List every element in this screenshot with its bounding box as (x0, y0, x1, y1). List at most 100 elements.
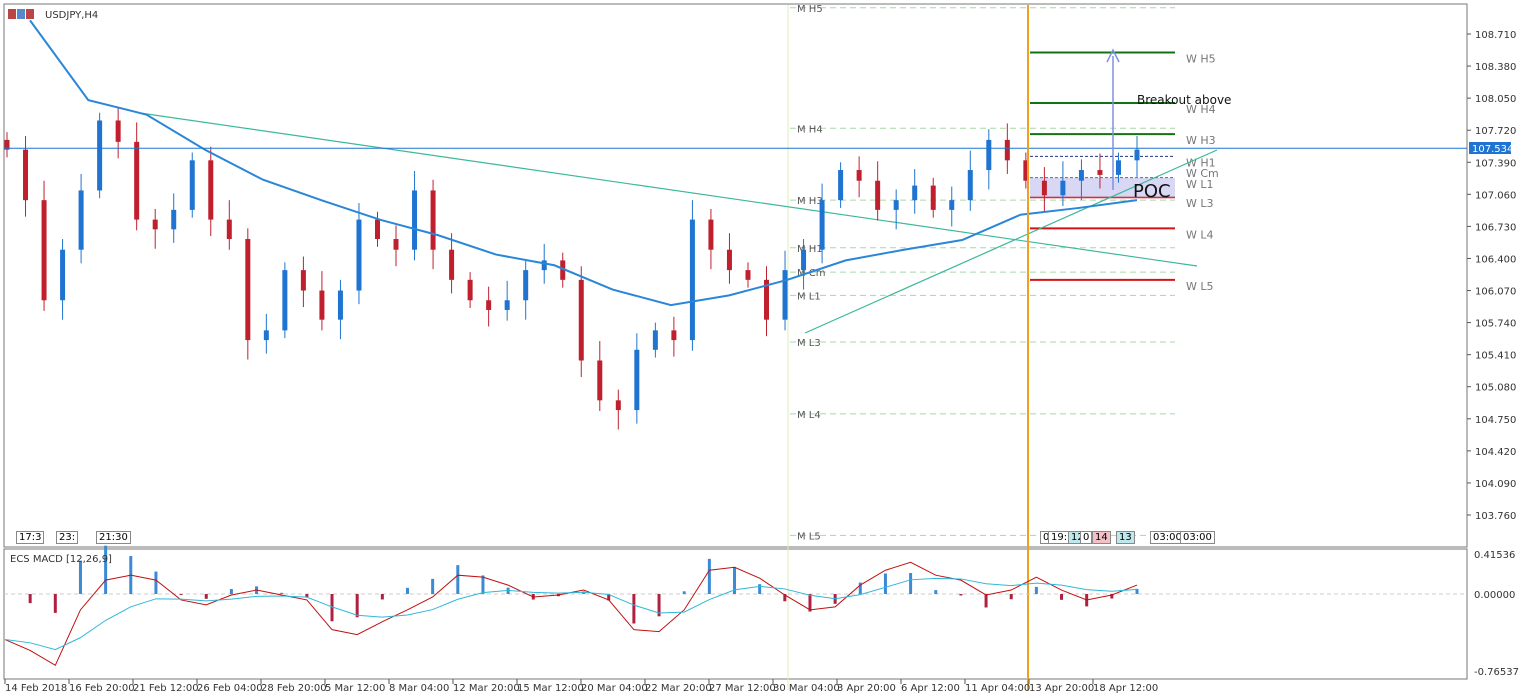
candle (912, 185, 918, 201)
time-tick-label: 16 Feb 20:00 (69, 683, 135, 694)
main-pane[interactable] (3, 3, 1468, 548)
candle (819, 200, 825, 250)
candle (1097, 170, 1103, 175)
macd-histogram-bar (707, 558, 711, 594)
candle (152, 219, 158, 230)
macd-histogram-bar (909, 573, 913, 594)
candle (430, 190, 436, 250)
candle (393, 239, 399, 250)
macd-histogram-bar (1034, 586, 1038, 594)
signal-line (4, 577, 1138, 651)
weekly-pivot-label: W H5 (1186, 52, 1216, 65)
candle (263, 330, 269, 341)
time-tick-label: 21 Feb 12:00 (133, 683, 199, 694)
time-tag: 23: (56, 531, 79, 544)
weekly-pivot-label: W L3 (1186, 197, 1214, 210)
macd-histogram-bar (431, 578, 435, 594)
macd-histogram-bar (959, 594, 963, 596)
poc-label: POC (1133, 181, 1171, 202)
candle (115, 120, 121, 142)
time-tag: 13 (1116, 531, 1135, 544)
candle (1134, 149, 1140, 161)
chart-title: USDJPY,H4 (45, 10, 98, 21)
price-tick-label: 106.730 (1475, 222, 1516, 233)
price-tick-label: 104.750 (1475, 415, 1516, 426)
moving-average-line (29, 19, 1138, 307)
price-tick-label: 105.410 (1475, 351, 1516, 362)
monthly-pivot-label: M L3 (797, 338, 821, 349)
candle (875, 180, 881, 210)
time-tick-label: 11 Apr 04:00 (965, 683, 1030, 694)
candle (930, 185, 936, 210)
macd-histogram-bar (1060, 594, 1064, 600)
macd-histogram-bar (883, 573, 887, 594)
macd-histogram-bar (758, 584, 762, 594)
candle (949, 200, 955, 210)
time-tick-label: 3 Apr 20:00 (837, 683, 896, 694)
weekly-pivot-label: W L4 (1186, 228, 1214, 241)
time-tick-label: 18 Apr 12:00 (1093, 683, 1158, 694)
monthly-pivot-label: M H3 (797, 196, 823, 207)
candle (319, 290, 325, 320)
time-tick-label: 30 Mar 04:00 (773, 683, 840, 694)
monthly-pivot-label: M H1 (797, 244, 823, 255)
time-tick-label: 5 Mar 12:00 (325, 683, 385, 694)
candle (541, 260, 547, 271)
time-tag: 17:3 (16, 531, 45, 544)
current-price: 107.534 (1472, 144, 1513, 155)
macd-histogram-bar (179, 594, 183, 595)
macd-histogram-bar (355, 594, 359, 618)
candle (615, 400, 621, 411)
candle (652, 330, 658, 350)
monthly-pivot-label: M H5 (797, 4, 823, 15)
candle (1078, 170, 1084, 181)
weekly-pivot-label: W L5 (1186, 280, 1214, 293)
monthly-pivot-label: M H4 (797, 124, 823, 135)
candle (245, 239, 251, 341)
candle (41, 200, 47, 301)
monthly-pivot-label: M L5 (797, 531, 821, 542)
macd-histogram-bar (682, 591, 686, 594)
candle (838, 170, 844, 201)
macd-chart: 0.41536 0.00000 -0.76537 (4, 545, 1519, 678)
candle (856, 170, 862, 181)
symbol-icon (8, 9, 34, 19)
macd-tick-label: -0.76537 (1474, 667, 1519, 678)
candle (782, 270, 788, 320)
time-tick-label: 26 Feb 04:00 (197, 683, 263, 694)
candle (60, 249, 66, 301)
macd-histogram-bar (28, 594, 32, 604)
candle (1004, 139, 1010, 161)
time-tick-label: 20 Mar 04:00 (581, 683, 648, 694)
time-tick-label: 28 Feb 20:00 (261, 683, 327, 694)
candle (23, 149, 29, 201)
price-tick-label: 107.060 (1475, 190, 1516, 201)
candle (97, 120, 103, 191)
candle (578, 279, 584, 361)
macd-histogram-bar (481, 575, 485, 594)
macd-histogram-bar (204, 594, 208, 599)
candle (893, 200, 899, 210)
candle (986, 139, 992, 171)
candle (78, 190, 84, 250)
time-tick-label: 8 Mar 04:00 (389, 683, 449, 694)
indicator-title: ECS MACD [12,26,9] (10, 554, 112, 565)
candle (189, 160, 195, 210)
candle (374, 219, 380, 240)
price-tick-label: 106.070 (1475, 287, 1516, 298)
candle (226, 219, 232, 240)
monthly-pivot-label: M L4 (797, 410, 821, 421)
candle (449, 249, 455, 280)
candle (356, 219, 362, 291)
candle (801, 249, 807, 271)
candle (282, 270, 288, 331)
candle (1041, 180, 1047, 196)
macd-histogram-bar (229, 589, 233, 594)
price-tick-label: 108.380 (1475, 62, 1516, 73)
macd-histogram-bar (632, 594, 636, 624)
price-tick-label: 107.390 (1475, 158, 1516, 169)
candle (597, 360, 603, 401)
candle (671, 330, 677, 341)
candle (504, 300, 510, 310)
price-tick-label: 108.050 (1475, 94, 1516, 105)
